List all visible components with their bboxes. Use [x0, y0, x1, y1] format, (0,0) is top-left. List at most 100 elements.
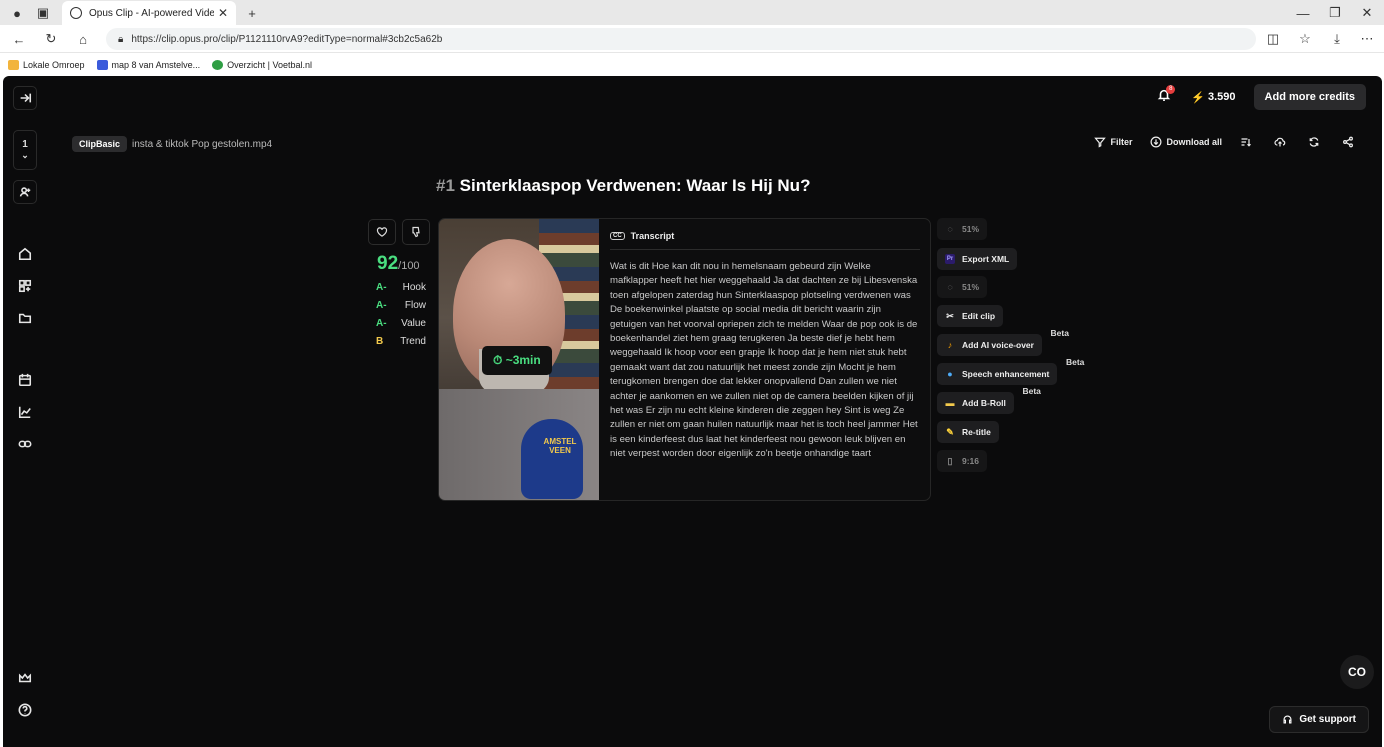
sidebar: 1 ⌄: [3, 76, 47, 747]
download-all-button[interactable]: Download all: [1150, 136, 1222, 148]
aspect-ratio-button[interactable]: ▯ 9:16: [937, 450, 988, 472]
export-xml-button[interactable]: Pr Export XML: [937, 248, 1018, 270]
spinner-icon: ◌: [947, 282, 953, 292]
headset-icon: [1283, 715, 1292, 724]
retitle-label: Re-title: [962, 427, 991, 437]
transcript-header: CC Transcript: [610, 231, 920, 250]
bookmark-lokale-omroep[interactable]: Lokale Omroep: [8, 59, 85, 70]
split-screen-icon[interactable]: ◫: [1264, 30, 1282, 48]
maximize-icon[interactable]: ❐: [1326, 4, 1344, 22]
grade-label: Hook: [402, 282, 426, 293]
opus-favicon-icon: [70, 7, 82, 19]
cloud-upload-icon: [1274, 137, 1286, 147]
like-button[interactable]: [368, 219, 396, 245]
expand-sidebar-button[interactable]: [13, 86, 37, 110]
score-max: /100: [398, 260, 420, 272]
video-thumbnail[interactable]: AMSTEL VEEN ⏱︎ ~3min: [439, 219, 599, 500]
score-value: 92: [377, 253, 399, 274]
download-icon: [1151, 136, 1162, 148]
bookmark-voetbal[interactable]: Overzicht | Voetbal.nl: [212, 59, 312, 70]
add-broll-button[interactable]: ▬ Add B-Roll Beta: [937, 386, 1041, 414]
edit-clip-button[interactable]: ✂︎ Edit clip: [937, 305, 1004, 327]
back-icon[interactable]: ←: [10, 30, 28, 48]
sidebar-item-home[interactable]: [13, 242, 37, 266]
speech-enhancement-button[interactable]: ● Speech enhancement Beta: [937, 357, 1084, 385]
chat-icon: CO: [1348, 665, 1366, 679]
filter-icon: [1094, 137, 1107, 148]
tab-title: Opus Clip - AI-powered Video Re: [89, 7, 214, 19]
feedback-buttons: [368, 219, 434, 245]
clip-title-text: Sinterklaaspop Verdwenen: Waar Is Hij Nu…: [459, 176, 811, 195]
add-broll-label: Add B-Roll: [962, 398, 1006, 408]
notifications-button[interactable]: 8: [1157, 85, 1176, 106]
get-support-button[interactable]: Get support: [1269, 706, 1369, 733]
refresh-icon[interactable]: ↻: [42, 30, 60, 48]
pencil-icon: ✎: [946, 427, 954, 437]
bolt-icon: ⚡: [1191, 91, 1205, 104]
new-tab-icon[interactable]: +: [243, 4, 261, 22]
voice-icon: ♪: [947, 340, 953, 350]
browser-tab[interactable]: Opus Clip - AI-powered Video Re ✕: [62, 1, 236, 25]
page-number: 1: [22, 139, 28, 150]
virality-score: 92/100: [377, 253, 434, 275]
favorites-icon[interactable]: ☆: [1296, 30, 1314, 48]
retitle-button[interactable]: ✎ Re-title: [937, 421, 999, 443]
sidebar-item-analytics[interactable]: [13, 400, 37, 424]
microphone: AMSTEL VEEN: [521, 419, 583, 499]
url-input[interactable]: 🔒︎ https://clip.opus.pro/clip/P1121110rv…: [106, 28, 1256, 50]
heart-icon: [376, 227, 388, 237]
thumbs-down-icon: [412, 226, 420, 238]
page-selector[interactable]: 1 ⌄: [13, 130, 37, 170]
add-credits-button[interactable]: Add more credits: [1253, 84, 1366, 110]
sidebar-item-apps[interactable]: [13, 274, 37, 298]
transcript-text: Wat is dit Hoe kan dit nou in hemelsnaam…: [610, 261, 918, 460]
tab-actions-icon[interactable]: ▣: [34, 4, 52, 22]
grade-flow: A- Flow: [376, 300, 426, 311]
credits-display: ⚡ 3.590: [1191, 91, 1235, 104]
upload-button[interactable]: [1274, 136, 1290, 148]
folder-icon: [18, 313, 32, 324]
refresh-button[interactable]: [1308, 136, 1324, 148]
profile-icon[interactable]: ●: [8, 4, 26, 22]
expand-icon: [20, 93, 32, 103]
bookmark-label: Overzicht | Voetbal.nl: [227, 59, 312, 70]
chat-widget-button[interactable]: CO: [1340, 655, 1374, 689]
grade-value-row: A- Value: [376, 318, 426, 329]
bookmark-icon: [96, 59, 108, 70]
spinner-icon: ◌: [947, 224, 953, 234]
minimize-icon[interactable]: —: [1294, 4, 1312, 22]
sort-button[interactable]: [1240, 136, 1256, 148]
address-bar: ← ↻ ⌂ 🔒︎ https://clip.opus.pro/clip/P112…: [0, 25, 1384, 53]
sidebar-item-help[interactable]: [13, 698, 37, 722]
filter-button[interactable]: Filter: [1094, 136, 1132, 148]
refresh-icon: [1309, 137, 1319, 147]
downloads-icon[interactable]: ⤓: [1328, 30, 1346, 48]
clapperboard-icon: ▬: [945, 398, 955, 408]
progress-value: 51%: [962, 282, 980, 292]
plan-badge: ClipBasic: [72, 136, 128, 152]
bookmark-map-8[interactable]: map 8 van Amstelve...: [96, 59, 200, 70]
close-tab-icon[interactable]: ✕: [218, 6, 228, 20]
sidebar-item-plan[interactable]: [13, 666, 37, 690]
sidebar-item-calendar[interactable]: [13, 368, 37, 392]
sidebar-item-folder[interactable]: [13, 306, 37, 330]
browser-chrome: ● ▣ Opus Clip - AI-powered Video Re ✕ + …: [0, 0, 1384, 76]
beta-badge: Beta: [1050, 328, 1069, 338]
dislike-button[interactable]: [402, 219, 430, 245]
grade-value: A-: [376, 282, 387, 293]
share-button[interactable]: [1342, 136, 1358, 148]
tab-bar: ● ▣ Opus Clip - AI-powered Video Re ✕ + …: [0, 0, 1384, 25]
add-user-button[interactable]: [13, 180, 37, 204]
ai-voice-over-button[interactable]: ♪ Add AI voice-over Beta: [937, 328, 1069, 356]
ai-voice-over-label: Add AI voice-over: [962, 340, 1034, 350]
more-menu-icon[interactable]: ⋯: [1358, 30, 1376, 48]
beta-badge: Beta: [1022, 386, 1041, 396]
close-window-icon[interactable]: ✕: [1358, 4, 1376, 22]
home-icon[interactable]: ⌂: [74, 30, 92, 48]
progress-value: 51%: [962, 224, 980, 234]
sidebar-item-links[interactable]: [13, 432, 37, 456]
project-filename: insta & tiktok Pop gestolen.mp4: [132, 138, 273, 150]
export-xml-label: Export XML: [962, 254, 1010, 264]
grade-hook: A- Hook: [376, 282, 426, 293]
download-all-label: Download all: [1166, 137, 1222, 147]
